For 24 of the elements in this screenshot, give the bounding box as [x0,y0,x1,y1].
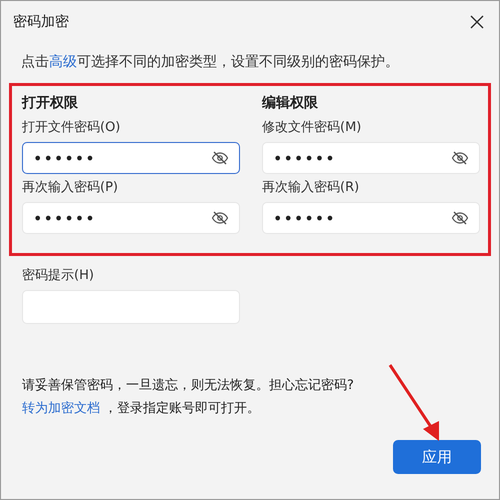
intro-text: 点击高级可选择不同的加密类型，设置不同级别的密码保护。 [21,53,400,72]
notice-text: 请妥善保管密码，一旦遗忘，则无法恢复。担心忘记密码? [22,377,355,395]
eye-off-icon[interactable] [211,151,229,165]
password-field[interactable]: •••••• [262,202,480,234]
field-label: 再次输入密码(P) [22,179,118,197]
eye-off-icon[interactable] [451,151,469,165]
field-label: 打开文件密码(O) [22,119,120,137]
field-label: 修改文件密码(M) [262,119,362,137]
eye-off-icon[interactable] [211,211,229,225]
hint-field[interactable] [22,290,240,324]
password-field[interactable]: •••••• [262,142,480,174]
field-label: 再次输入密码(R) [262,179,360,197]
section-heading: 打开权限 [22,94,78,113]
close-icon[interactable] [469,14,485,30]
advanced-link[interactable]: 高级 [49,54,77,70]
eye-off-icon[interactable] [451,211,469,225]
password-field[interactable]: •••••• [22,142,240,174]
encrypt-document-link[interactable]: 转为加密文档 [22,401,100,416]
window-title: 密码加密 [13,13,69,31]
notice-text: 转为加密文档 ，登录指定账号即可打开。 [22,400,262,418]
field-label: 密码提示(H) [22,267,94,285]
apply-button[interactable]: 应用 [393,440,481,474]
password-field[interactable]: •••••• [22,202,240,234]
section-heading: 编辑权限 [262,94,318,113]
